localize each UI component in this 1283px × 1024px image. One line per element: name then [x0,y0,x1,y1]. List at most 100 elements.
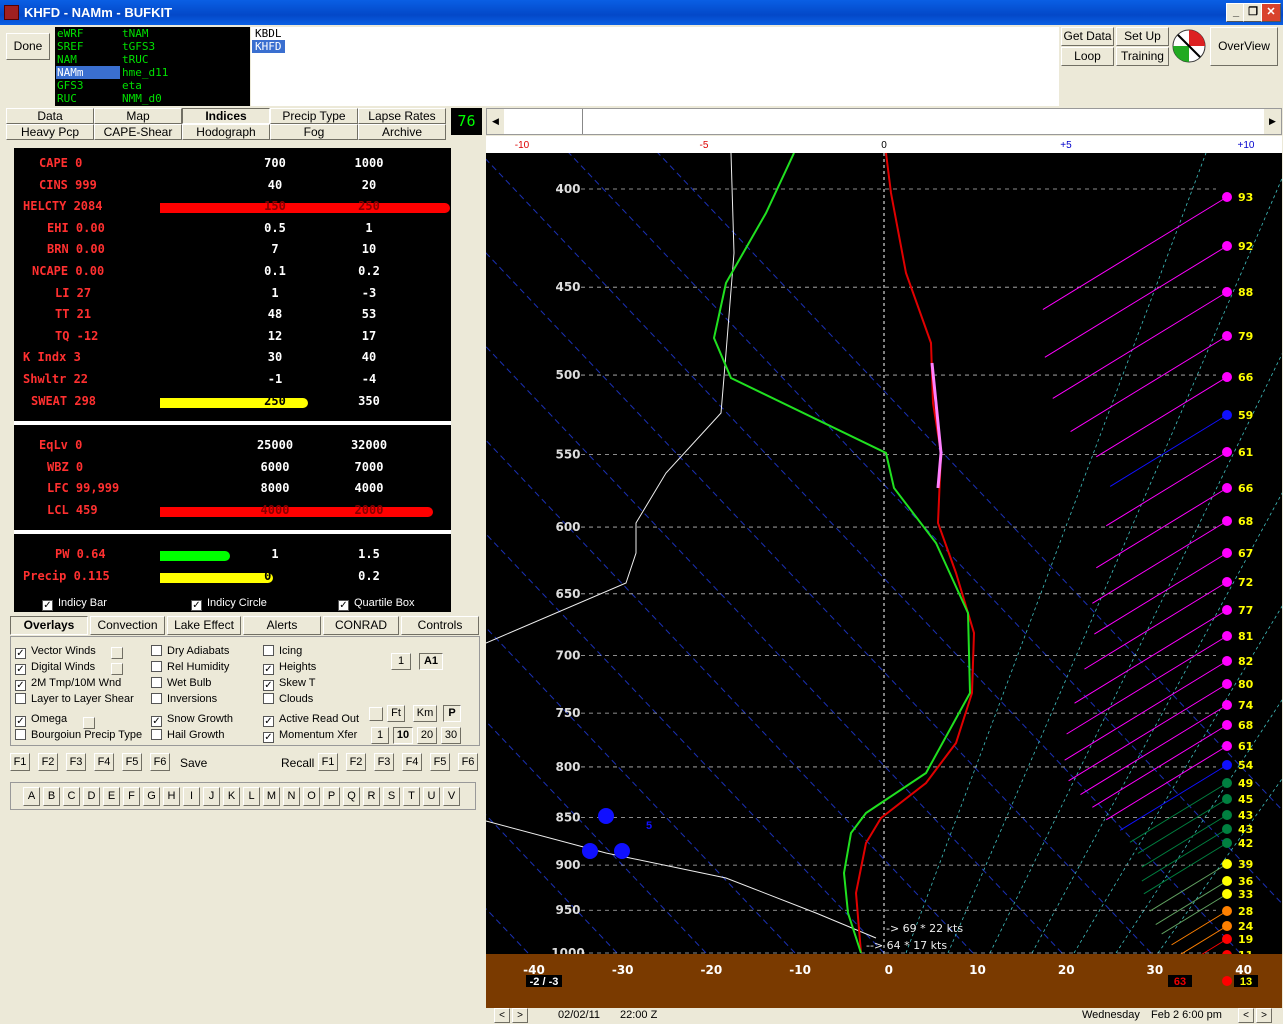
color-swatch-button[interactable] [111,663,123,675]
model-item[interactable]: tGFS3 [121,40,241,53]
overlay-option[interactable]: ✓ Momentum Xfer [263,729,357,743]
model-item[interactable]: eWRF [56,27,120,40]
tab-lapse-rates[interactable]: Lapse Rates [358,108,446,124]
p-button[interactable]: P [443,705,461,722]
save-f3-button[interactable]: F3 [66,753,86,771]
tab-hodograph[interactable]: Hodograph [182,124,270,140]
overlay-option[interactable]: Bourgoiun Precip Type [15,729,142,741]
save-f5-button[interactable]: F5 [122,753,142,771]
model-list[interactable]: eWRF tNAM SREF tGFS3 NAM tRUC NAMm hme_d11 GFS3 e… [55,27,250,106]
recall-f5-button[interactable]: F5 [430,753,450,771]
ft-button[interactable]: Ft [387,705,405,722]
indicy-checkbox[interactable]: ✓ Indicy Bar [42,597,107,611]
km-button[interactable]: Km [413,705,437,722]
letter-button-m[interactable]: M [263,787,280,806]
letter-button-j[interactable]: J [203,787,220,806]
overlay-option[interactable]: ✓ Vector Winds [15,645,96,659]
model-item[interactable]: hme_d11 [121,66,241,79]
overlay-option[interactable]: ✓ Digital Winds [15,661,95,675]
letter-button-p[interactable]: P [323,787,340,806]
recall-f4-button[interactable]: F4 [402,753,422,771]
overlay-option[interactable]: Hail Growth [151,729,224,741]
overlay-tab-controls[interactable]: Controls [401,616,479,635]
station-item[interactable]: KHFD [252,40,285,53]
model-item[interactable]: RUC [56,92,120,105]
overlay-tab-conrad[interactable]: CONRAD [323,616,399,635]
skewt-diagram[interactable]: 400 450 500 550 600 650 700 750 800 850 900 950 1000… [486,153,1282,1008]
indicy-checkbox[interactable]: ✓ Quartile Box [338,597,415,611]
station-item[interactable]: KBDL [252,27,285,40]
overlay-option[interactable]: ✓ Snow Growth [151,713,233,727]
overlay-option[interactable]: Inversions [151,693,217,705]
recall-f3-button[interactable]: F3 [374,753,394,771]
overlay-option[interactable]: ✓ 2M Tmp/10M Wnd [15,677,121,691]
tab-heavy-pcp[interactable]: Heavy Pcp [6,124,94,140]
overlay-option[interactable]: Clouds [263,693,313,705]
status-prev2-icon[interactable]: < [1238,1008,1254,1023]
b10-button[interactable]: 10 [393,727,413,744]
overlay-option[interactable]: Layer to Layer Shear [15,693,134,705]
restore-icon[interactable]: ❐ [1243,3,1263,22]
recall-f2-button[interactable]: F2 [346,753,366,771]
b1-button[interactable]: 1 [371,727,389,744]
status-prev-icon[interactable]: < [494,1008,510,1023]
get-data-button[interactable]: Get Data [1061,27,1114,46]
letter-button-u[interactable]: U [423,787,440,806]
tab-fog[interactable]: Fog [270,124,358,140]
model-item[interactable]: tRUC [121,53,241,66]
tab-precip-type[interactable]: Precip Type [270,108,358,124]
save-f1-button[interactable]: F1 [10,753,30,771]
letter-button-e[interactable]: E [103,787,120,806]
save-f2-button[interactable]: F2 [38,753,58,771]
model-item[interactable]: eta [121,79,241,92]
model-item[interactable]: NMM_d0 [121,92,241,105]
overlay-option[interactable]: ✓ Omega [15,713,67,727]
training-button[interactable]: Training [1116,47,1169,66]
overview-button[interactable]: OverView [1210,27,1278,66]
letter-button-q[interactable]: Q [343,787,360,806]
tab-archive[interactable]: Archive [358,124,446,140]
overlay-tab-overlays[interactable]: Overlays [10,616,88,635]
overlay-option[interactable]: ✓ Heights [263,661,316,675]
overlay-tab-lake-effect[interactable]: Lake Effect [167,616,241,635]
save-f4-button[interactable]: F4 [94,753,114,771]
letter-button-d[interactable]: D [83,787,100,806]
close-icon[interactable]: ✕ [1261,3,1281,22]
one-button[interactable]: 1 [391,653,411,670]
color-swatch-button[interactable] [83,717,95,729]
scroll-right-icon[interactable]: ▶ [1264,109,1281,134]
overlay-option[interactable]: Wet Bulb [151,677,211,689]
status-next-icon[interactable]: > [512,1008,528,1023]
letter-button-s[interactable]: S [383,787,400,806]
time-scrollbar[interactable]: ◀ ▶ [486,108,1282,135]
letter-button-h[interactable]: H [163,787,180,806]
overlay-tab-alerts[interactable]: Alerts [243,616,321,635]
recall-f6-button[interactable]: F6 [458,753,478,771]
done-button[interactable]: Done [6,33,50,60]
overlay-tab-convection[interactable]: Convection [90,616,165,635]
model-item[interactable]: GFS3 [56,79,120,92]
letter-button-r[interactable]: R [363,787,380,806]
letter-button-k[interactable]: K [223,787,240,806]
overlay-option[interactable]: ✓ Skew T [263,677,315,691]
letter-button-g[interactable]: G [143,787,160,806]
scroll-thumb[interactable] [505,109,583,134]
color-swatch-button[interactable] [111,647,123,659]
model-item[interactable]: NAM [56,53,120,66]
letter-button-v[interactable]: V [443,787,460,806]
letter-button-o[interactable]: O [303,787,320,806]
letter-button-n[interactable]: N [283,787,300,806]
letter-button-l[interactable]: L [243,787,260,806]
model-item[interactable]: NAMm [56,66,120,79]
letter-button-a[interactable]: A [23,787,40,806]
b20-button[interactable]: 20 [417,727,437,744]
indicy-checkbox[interactable]: ✓ Indicy Circle [191,597,267,611]
status-next2-icon[interactable]: > [1256,1008,1272,1023]
a1-button[interactable]: A1 [419,653,443,670]
overlay-option[interactable]: Rel Humidity [151,661,229,673]
model-item[interactable]: SREF [56,40,120,53]
tab-cape-shear[interactable]: CAPE-Shear [94,124,182,140]
overlay-option[interactable]: ✓ Active Read Out [263,713,359,727]
station-list[interactable]: KBDL KHFD [251,27,1059,106]
letter-button-t[interactable]: T [403,787,420,806]
